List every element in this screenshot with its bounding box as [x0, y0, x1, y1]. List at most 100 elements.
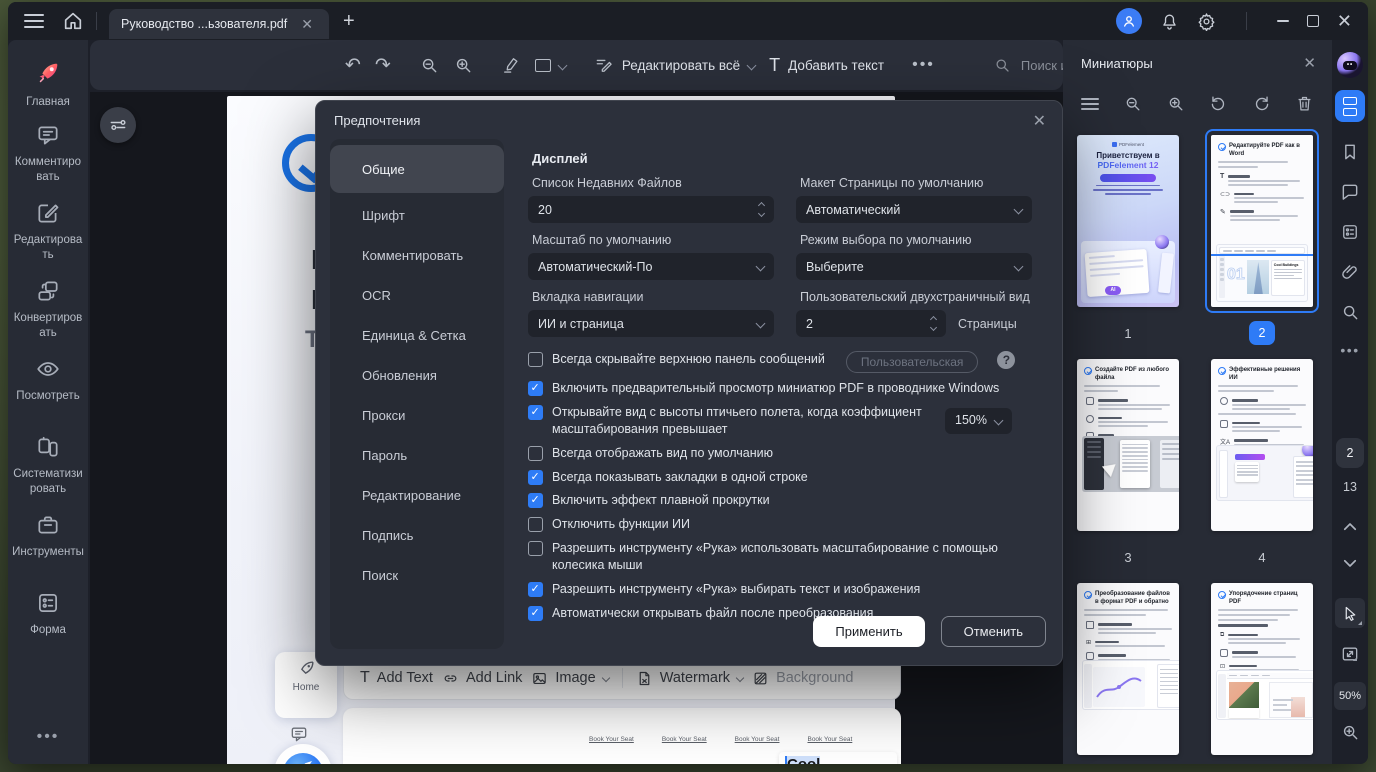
- previous-page-icon[interactable]: [1341, 518, 1359, 536]
- help-icon[interactable]: ?: [997, 351, 1015, 369]
- maximize-icon[interactable]: [1307, 15, 1319, 27]
- thumbnails-tab-active[interactable]: [1335, 90, 1365, 122]
- dialog-nav-general[interactable]: Общие: [330, 145, 504, 193]
- window-close-icon[interactable]: ✕: [1337, 12, 1352, 30]
- zoom-threshold-select[interactable]: 150%: [945, 408, 1012, 434]
- dialog-nav-editing[interactable]: Редактирование: [330, 475, 504, 515]
- shape-tool[interactable]: [535, 59, 566, 72]
- book-seat-link[interactable]: Book Your Seat: [735, 736, 780, 743]
- recent-files-input[interactable]: 20: [528, 196, 774, 223]
- dialog-nav-proxy[interactable]: Прокси: [330, 395, 504, 435]
- tab-close-icon[interactable]: ✕: [301, 16, 313, 33]
- notifications-bell-icon[interactable]: [1160, 12, 1179, 31]
- thumbnail-page-4[interactable]: Эффективные решения ИИ 文A: [1211, 359, 1313, 531]
- undo-icon[interactable]: ↶: [345, 56, 361, 75]
- nav-tab-select[interactable]: ИИ и страница: [528, 310, 774, 337]
- dialog-nav-comment[interactable]: Комментировать: [330, 235, 504, 275]
- rotate-left-icon[interactable]: [1209, 94, 1228, 113]
- bookmarks-icon[interactable]: [1340, 142, 1360, 162]
- home-icon[interactable]: [62, 10, 84, 32]
- sidebar-item-view[interactable]: Посмотреть: [11, 348, 85, 426]
- checkbox-hand-select[interactable]: [528, 582, 543, 597]
- checkbox-hand-zoom[interactable]: [528, 541, 543, 556]
- thumbnail-page-5[interactable]: Преобразование файлов в формат PDF и обр…: [1077, 583, 1179, 755]
- fit-view-tool-icon[interactable]: [1340, 644, 1360, 664]
- page-number[interactable]: 1: [1124, 326, 1131, 341]
- book-seat-link[interactable]: Book Your Seat: [662, 736, 707, 743]
- highlighter-icon[interactable]: [501, 55, 521, 75]
- apply-button[interactable]: Применить: [813, 616, 924, 647]
- checkbox-hide-banner[interactable]: [528, 352, 543, 367]
- attachments-icon[interactable]: [1340, 262, 1360, 282]
- book-seat-link[interactable]: Book Your Seat: [807, 736, 852, 743]
- checkbox-birdseye[interactable]: [528, 405, 543, 420]
- dialog-nav-signature[interactable]: Подпись: [330, 515, 504, 555]
- thumb-zoom-out-icon[interactable]: [1123, 94, 1142, 113]
- sidebar-item-edit[interactable]: Редактировать: [11, 192, 85, 270]
- pdfelement-logo[interactable]: [274, 744, 332, 764]
- toolbar-more-icon[interactable]: •••: [912, 56, 935, 74]
- comments-panel-icon[interactable]: [1340, 182, 1360, 202]
- checkbox-open-after-convert[interactable]: [528, 606, 543, 621]
- sidebar-item-form[interactable]: Форма: [11, 582, 85, 660]
- checkbox-smooth-scroll[interactable]: [528, 493, 543, 508]
- dialog-nav-ocr[interactable]: OCR: [330, 275, 504, 315]
- checkbox-thumb-preview[interactable]: [528, 381, 543, 396]
- rail-zoom-in-icon[interactable]: [1340, 722, 1360, 742]
- user-avatar[interactable]: [1116, 8, 1142, 34]
- checkbox-disable-ai[interactable]: [528, 517, 543, 532]
- mini-rocket-icon[interactable]: [295, 658, 317, 680]
- zoom-in-icon[interactable]: [453, 55, 473, 75]
- edit-all-button[interactable]: Редактировать всё: [594, 55, 755, 75]
- thumb-zoom-in-icon[interactable]: [1166, 94, 1185, 113]
- settings-gear-icon[interactable]: [1197, 12, 1216, 31]
- new-tab-icon[interactable]: +: [343, 11, 355, 31]
- ai-assistant-icon[interactable]: ••: [1337, 52, 1363, 78]
- doc-image-button[interactable]: Image: [531, 670, 608, 687]
- page-number[interactable]: 4: [1258, 550, 1265, 565]
- rail-zoom-out-icon[interactable]: [1340, 762, 1360, 764]
- page-number-selected[interactable]: 2: [1249, 321, 1275, 345]
- zoom-out-icon[interactable]: [419, 55, 439, 75]
- properties-toggle-button[interactable]: [100, 107, 136, 143]
- page-heading-card[interactable]: Cool Buildings: [779, 752, 897, 764]
- thumbnail-page-3[interactable]: Создайте PDF из любого файла: [1077, 359, 1179, 531]
- delete-page-icon[interactable]: [1295, 94, 1314, 113]
- form-fields-icon[interactable]: [1340, 222, 1360, 242]
- sidebar-item-home[interactable]: Главная: [11, 50, 85, 114]
- thumbnails-close-icon[interactable]: ✕: [1303, 54, 1316, 72]
- main-menu-icon[interactable]: [24, 14, 44, 28]
- rail-more-icon[interactable]: •••: [1340, 342, 1359, 358]
- thumbnail-page-2[interactable]: Редактируйте PDF как в Word T ⊂⊃ ✎ 01: [1211, 135, 1313, 307]
- sidebar-item-tools[interactable]: Инструменты: [11, 504, 85, 582]
- add-text-button[interactable]: T Добавить текст: [769, 55, 884, 76]
- document-tab[interactable]: Руководство ...ьзователя.pdf ✕: [109, 9, 329, 39]
- custom-button[interactable]: Пользовательская: [846, 351, 979, 373]
- dialog-nav-units[interactable]: Единица & Сетка: [330, 315, 504, 355]
- stepper-icon[interactable]: [931, 317, 936, 330]
- dialog-nav-password[interactable]: Пароль: [330, 435, 504, 475]
- doc-add-link-button[interactable]: Add Link: [442, 670, 522, 687]
- two-page-input[interactable]: 2: [796, 310, 946, 337]
- page-layout-select[interactable]: Автоматический: [796, 196, 1032, 223]
- default-zoom-select[interactable]: Автоматический-По: [528, 253, 774, 280]
- dialog-nav-updates[interactable]: Обновления: [330, 355, 504, 395]
- mini-comment-icon[interactable]: [289, 724, 309, 744]
- thumbnail-page-6[interactable]: Упорядочение страниц PDF ⧉ ⊡: [1211, 583, 1313, 755]
- doc-watermark-button[interactable]: Watermark: [636, 670, 743, 687]
- dialog-nav-font[interactable]: Шрифт: [330, 195, 504, 235]
- checkbox-bookmarks-single-line[interactable]: [528, 470, 543, 485]
- thumbnail-page-1[interactable]: PDFelement Приветствуем в PDFelement 12 …: [1077, 135, 1179, 307]
- dialog-nav-search[interactable]: Поиск: [330, 555, 504, 595]
- current-page-input[interactable]: 2: [1336, 438, 1364, 468]
- page-number[interactable]: 3: [1124, 550, 1131, 565]
- checkbox-default-view[interactable]: [528, 446, 543, 461]
- minimize-icon[interactable]: [1277, 20, 1289, 22]
- dialog-close-icon[interactable]: ✕: [1033, 111, 1046, 131]
- sidebar-item-comment[interactable]: Комментировать: [11, 114, 85, 192]
- thumb-menu-icon[interactable]: [1081, 98, 1099, 110]
- sidebar-more-icon[interactable]: •••: [37, 728, 60, 746]
- selection-mode-select[interactable]: Выберите: [796, 253, 1032, 280]
- redo-icon[interactable]: ↷: [375, 56, 391, 75]
- sidebar-item-organize[interactable]: Систематизировать: [11, 426, 85, 504]
